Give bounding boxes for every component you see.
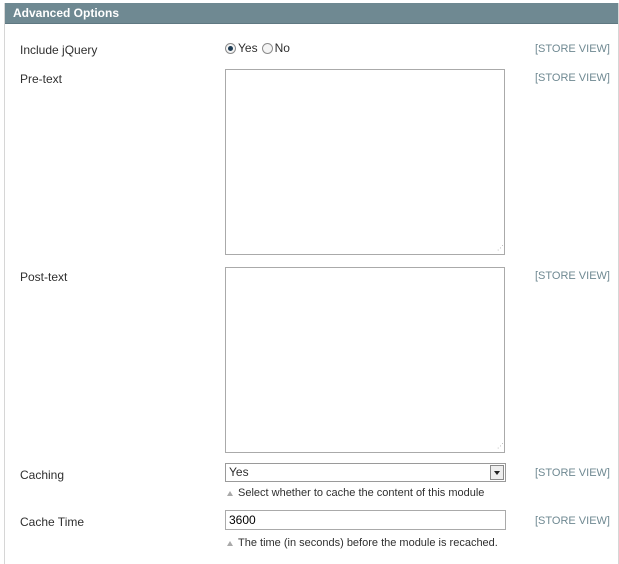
caching-select[interactable]: Yes: [225, 463, 506, 482]
include-jquery-label: Include jQuery: [20, 43, 98, 57]
pre-text-scope: [STORE VIEW]: [535, 72, 610, 84]
include-jquery-no-label[interactable]: No: [275, 41, 290, 55]
section-header[interactable]: Advanced Options: [5, 3, 618, 24]
chevron-down-icon[interactable]: [490, 465, 504, 480]
caching-label: Caching: [20, 468, 65, 482]
cache-time-input[interactable]: [225, 510, 506, 530]
resize-grip-icon[interactable]: ⋰: [497, 245, 505, 253]
post-text-textarea[interactable]: [225, 267, 505, 453]
cache-time-scope: [STORE VIEW]: [535, 515, 610, 527]
include-jquery-yes-label[interactable]: Yes: [238, 41, 258, 55]
include-jquery-no-radio[interactable]: [261, 42, 273, 54]
post-text-scope: [STORE VIEW]: [535, 270, 610, 282]
pre-text-label: Pre-text: [20, 72, 63, 86]
section-title: Advanced Options: [13, 6, 120, 20]
include-jquery-scope: [STORE VIEW]: [535, 43, 610, 55]
caret-up-icon: [227, 540, 233, 546]
post-text-label: Post-text: [20, 270, 68, 284]
caching-select-value: Yes: [229, 465, 249, 479]
include-jquery-radio-group: Yes No: [225, 40, 294, 56]
cache-time-note: The time (in seconds) before the module …: [227, 537, 498, 549]
include-jquery-yes-radio[interactable]: [225, 42, 236, 54]
resize-grip-icon[interactable]: ⋰: [497, 443, 505, 451]
caching-note: Select whether to cache the content of t…: [227, 487, 484, 499]
caching-scope: [STORE VIEW]: [535, 467, 610, 479]
cache-time-label: Cache Time: [20, 515, 85, 529]
pre-text-textarea[interactable]: [225, 69, 505, 255]
caret-up-icon: [227, 490, 233, 496]
cache-time-note-text: The time (in seconds) before the module …: [238, 537, 498, 549]
caching-note-text: Select whether to cache the content of t…: [238, 487, 485, 499]
